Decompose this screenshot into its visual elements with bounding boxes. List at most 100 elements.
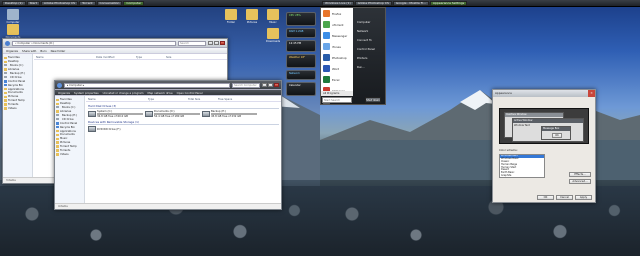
taskbar-button[interactable]: Torrent — [79, 0, 96, 6]
computer-address-bar[interactable]: ▸ Computer ▸ — [64, 82, 230, 88]
ok-button[interactable]: OK — [537, 195, 554, 200]
drive-item[interactable]: Backup (E:) 45.8 GB free of 232 GB — [202, 110, 257, 118]
close-button[interactable] — [274, 83, 279, 87]
start-program-item[interactable]: Excel — [321, 74, 353, 85]
start-program-item[interactable]: Firefox — [321, 8, 353, 19]
drive-item[interactable]: Documents (D:) 52.4 GB free of 180 GB — [145, 110, 200, 118]
close-icon[interactable]: ✕ — [588, 90, 595, 97]
toolbar-button[interactable]: Share with — [22, 49, 36, 53]
start-program-item[interactable]: Word — [321, 63, 353, 74]
nav-item-label: Torrent Temp — [60, 145, 77, 149]
messenger-icon — [323, 32, 330, 39]
start-program-item[interactable]: Messenger — [321, 30, 353, 41]
taskbar-button[interactable]: Windows Live (1) — [322, 0, 354, 6]
computer-toolbar: Organize System properties Uninstall or ch… — [55, 90, 281, 96]
start-program-item[interactable]: uTorrent — [321, 19, 353, 30]
taskbar-button[interactable]: Start — [26, 0, 40, 6]
desktop-folder[interactable]: Folder — [222, 9, 240, 24]
nav-item-label: Backup (E:) — [62, 114, 77, 117]
folder-icon — [267, 28, 279, 39]
taskbar-button[interactable]: Adobe Photoshop CS — [354, 0, 392, 6]
drive-item[interactable]: System (C:) 36.8 GB free of 60.0 GB — [88, 110, 143, 118]
taskbar-button[interactable]: Conversation — [96, 0, 123, 6]
column-header[interactable]: Name — [34, 56, 94, 59]
column-header[interactable]: Date modified — [94, 56, 134, 59]
column-header[interactable]: Name — [86, 98, 146, 101]
documents-search-input[interactable]: Search — [178, 40, 206, 46]
toolbar-button[interactable]: Map network drive — [148, 91, 173, 95]
start-program-item[interactable]: Photoshop — [321, 52, 353, 63]
toolbar-button[interactable]: Organize — [58, 91, 70, 95]
minimize-button[interactable] — [208, 41, 213, 45]
color-scheme-list[interactable]: Windows Aero Windows Basic Classic Human Be… — [499, 154, 545, 178]
desktop-folder[interactable]: Pictures — [243, 9, 261, 24]
drive-group: System (C:) 36.8 GB free of 60.0 GB Docume… — [88, 110, 279, 119]
back-icon[interactable] — [57, 82, 62, 88]
computer-window[interactable]: ▸ Computer ▸ Search Computer Organize Sys… — [54, 80, 282, 210]
nav-item-label: Books (C:) — [10, 64, 24, 68]
start-right-item[interactable]: Printers — [353, 54, 385, 63]
computer-search-input[interactable]: Search Computer — [232, 82, 260, 88]
taskbar-button[interactable]: Desktop (1) — [2, 0, 26, 6]
gadget-label: Calendar — [289, 84, 301, 87]
advanced-button[interactable]: Advanced... — [569, 179, 591, 184]
desktop-folder-label: Music — [269, 21, 277, 24]
column-header[interactable]: Free Space — [216, 98, 246, 101]
start-search-input[interactable]: Start Search — [322, 97, 352, 103]
toolbar-button[interactable]: New folder — [51, 49, 66, 53]
column-header[interactable]: Total Size — [186, 98, 216, 101]
nav-item-label: Pictures — [60, 141, 71, 145]
nav-item-label: Books (C:) — [62, 106, 76, 110]
nav-item[interactable]: Videos — [56, 152, 83, 156]
back-icon[interactable] — [5, 40, 10, 46]
desktop-folder[interactable]: Music — [264, 9, 282, 24]
toolbar-button[interactable]: System properties — [74, 91, 99, 95]
apply-button[interactable]: Apply — [575, 195, 592, 200]
start-right-item[interactable]: Run... — [353, 63, 385, 72]
color-scheme-option[interactable]: Graphite — [500, 174, 544, 177]
close-button[interactable] — [220, 41, 225, 45]
column-header[interactable]: Type — [146, 98, 186, 101]
start-right-item[interactable]: Network — [353, 27, 385, 36]
nav-item-label: Recycle Bin — [8, 83, 23, 87]
toolbar-button[interactable]: Burn — [40, 49, 46, 53]
nav-item-label: Pictures — [8, 95, 19, 99]
desktop-icon[interactable]: Documents — [4, 24, 22, 39]
maximize-button[interactable] — [214, 41, 219, 45]
nav-item-label: Torrents — [60, 149, 71, 153]
drive-meta: Documents (D:) 52.4 GB free of 180 GB — [154, 110, 200, 118]
toolbar-button[interactable]: Open Control Panel — [177, 91, 203, 95]
utorrent-icon — [323, 21, 330, 28]
maximize-button[interactable] — [268, 83, 273, 87]
appearance-title: Appearance — [495, 91, 512, 95]
shutdown-button[interactable]: Shut down — [365, 97, 381, 103]
gadget: Weather 18° — [286, 54, 316, 68]
all-programs-button[interactable]: All Programs — [321, 91, 353, 96]
drive-item[interactable]: DVD RW Drive (F:) — [88, 126, 143, 132]
minimize-button[interactable] — [262, 83, 267, 87]
column-header[interactable]: Size — [164, 56, 194, 59]
desktop-folder[interactable]: Downloads — [264, 28, 282, 43]
gadget: Network — [286, 70, 316, 80]
documents-address-bar[interactable]: « Computer » Documents (D:) — [12, 40, 176, 46]
desktop-icon[interactable]: Computer — [4, 9, 22, 24]
column-header[interactable]: Type — [134, 56, 164, 59]
nav-item[interactable]: Videos — [4, 107, 31, 111]
drive-meta: DVD RW Drive (F:) — [97, 128, 143, 131]
toolbar-button[interactable]: Organize — [6, 49, 18, 53]
drive-detail: 52.4 GB free of 180 GB — [154, 115, 185, 118]
start-program-item[interactable]: iTunes — [321, 41, 353, 52]
gadget-label: Weather 18° — [289, 56, 306, 59]
effects-button[interactable]: Effects... — [569, 172, 591, 177]
taskbar-button[interactable]: Computer — [123, 0, 145, 6]
cancel-button[interactable]: Cancel — [556, 195, 573, 200]
start-right-item[interactable]: Connect To — [353, 36, 385, 45]
documents-toolbar: Organize Share with Burn New folder — [3, 48, 227, 54]
desktop-folder-label: Downloads — [265, 40, 281, 43]
toolbar-button[interactable]: Uninstall or change a program — [103, 91, 144, 95]
taskbar-button[interactable]: Google - Mozilla Fi... — [392, 0, 429, 6]
taskbar-button[interactable]: Appearance Settings — [429, 0, 468, 6]
start-right-item[interactable]: Computer — [353, 18, 385, 27]
start-right-item[interactable]: Control Panel — [353, 45, 385, 54]
taskbar-button[interactable]: Adobe Photoshop CS — [40, 0, 79, 6]
